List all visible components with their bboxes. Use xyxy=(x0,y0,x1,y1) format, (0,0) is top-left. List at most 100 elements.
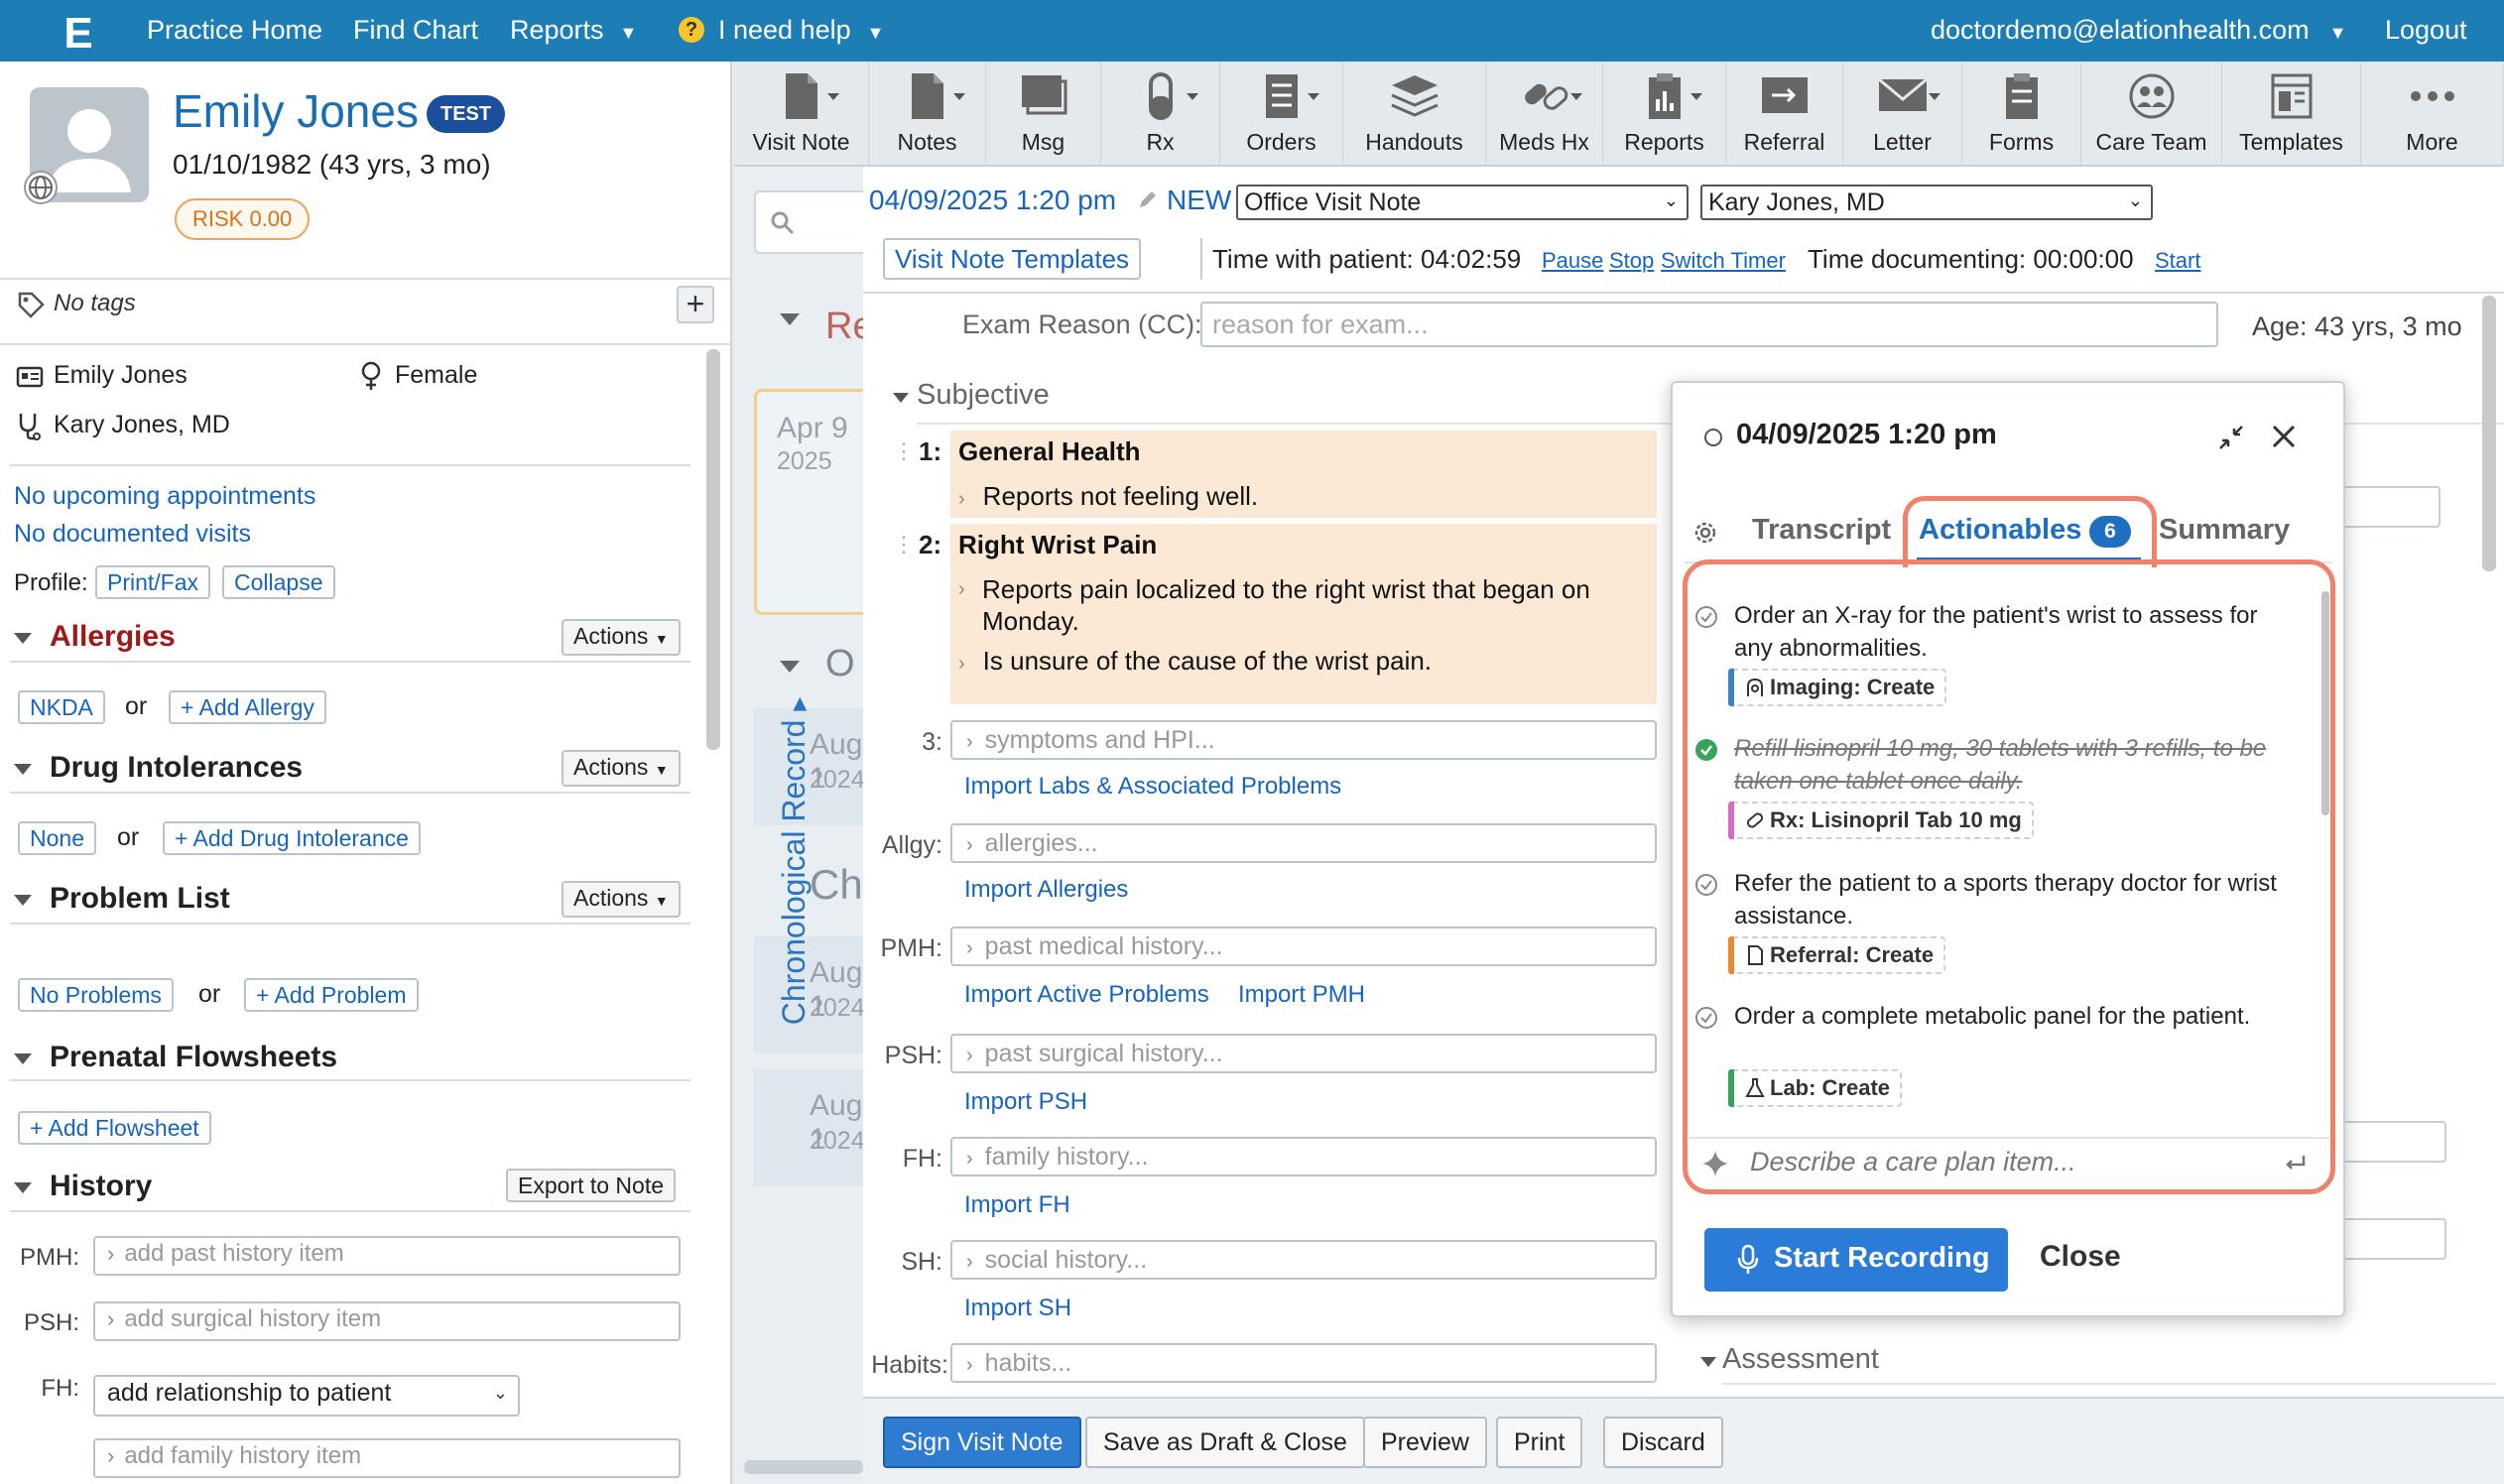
subjective-header[interactable]: Subjective xyxy=(917,379,1050,412)
nkda-button[interactable]: NKDA xyxy=(18,690,105,724)
family-history-input[interactable]: › add family history item xyxy=(93,1438,681,1478)
toolbar-notes-button[interactable]: Notes xyxy=(869,62,986,167)
nav-logout[interactable]: Logout xyxy=(2385,14,2467,46)
toolbar-handouts-button[interactable]: Handouts xyxy=(1343,62,1486,167)
drug-intolerances-header[interactable]: Drug Intolerances xyxy=(14,750,303,786)
toolbar-orders-button[interactable]: Orders xyxy=(1220,62,1343,167)
toolbar-forms-button[interactable]: Forms xyxy=(1962,62,2081,167)
nav-help[interactable]: ? I need help ▼ xyxy=(679,14,884,49)
toolbar-templates-button[interactable]: Templates xyxy=(2222,62,2361,167)
toolbar-referral-button[interactable]: Referral xyxy=(1726,62,1843,167)
assessment-header[interactable]: Assessment xyxy=(1722,1343,1879,1376)
add-problem-button[interactable]: + Add Problem xyxy=(244,978,419,1012)
tab-summary[interactable]: Summary xyxy=(2159,514,2290,547)
actionable-item-completed[interactable]: Refill lisinopril 10 mg, 30 tablets with… xyxy=(1687,732,2302,853)
import-labs-link[interactable]: Import Labs & Associated Problems xyxy=(964,772,1341,802)
tab-actionables[interactable]: Actionables xyxy=(1919,514,2081,547)
nav-find-chart[interactable]: Find Chart xyxy=(353,14,478,46)
imaging-order-tag[interactable]: Imaging: Create xyxy=(1728,669,1947,706)
import-sh-link[interactable]: Import SH xyxy=(964,1294,1071,1323)
stop-link[interactable]: Stop xyxy=(1609,248,1654,274)
print-button[interactable]: Print xyxy=(1496,1417,1583,1468)
toolbar-rx-button[interactable]: Rx xyxy=(1101,62,1220,167)
describe-care-plan-input[interactable]: Describe a care plan item... xyxy=(1750,1147,2076,1177)
actionable-item[interactable]: Refer the patient to a sports therapy do… xyxy=(1687,867,2302,988)
toolbar-visit-note-button[interactable]: Visit Note xyxy=(734,62,869,167)
allergies-header[interactable]: Allergies xyxy=(14,619,176,655)
pause-link[interactable]: Pause xyxy=(1542,248,1603,274)
toolbar-msg-button[interactable]: Msg xyxy=(986,62,1101,167)
chevron-down-icon[interactable] xyxy=(780,313,800,325)
add-tag-button[interactable]: + xyxy=(677,286,714,323)
actionables-scrollbar[interactable] xyxy=(2321,591,2329,815)
sh-input[interactable]: › social history... xyxy=(950,1240,1657,1280)
collapse-button[interactable]: Collapse xyxy=(222,565,335,599)
upcoming-appointments-link[interactable]: No upcoming appointments xyxy=(14,482,315,511)
chron-card-apr[interactable]: Apr 9 2025 xyxy=(754,389,863,615)
chevron-down-icon[interactable] xyxy=(1700,1357,1716,1367)
chevron-down-icon[interactable] xyxy=(893,393,909,403)
avatar[interactable] xyxy=(24,87,149,204)
note-type-select[interactable]: Office Visit Note ⌄ xyxy=(1236,185,1689,220)
enter-icon[interactable] xyxy=(2282,1151,2308,1176)
pencil-icon[interactable] xyxy=(1137,188,1159,210)
start-recording-button[interactable]: Start Recording xyxy=(1704,1228,2008,1292)
import-active-problems-link[interactable]: Import Active Problems xyxy=(964,980,1209,1010)
sidebar-scrollbar[interactable] xyxy=(706,349,720,750)
visit-note-templates-button[interactable]: Visit Note Templates xyxy=(883,238,1142,280)
past-history-input[interactable]: › add past history item xyxy=(93,1236,681,1276)
habits-input[interactable]: › habits... xyxy=(950,1343,1657,1383)
chronological-record-label[interactable]: Chronological Record ▶ xyxy=(774,623,814,1099)
add-drug-intolerance-button[interactable]: + Add Drug Intolerance xyxy=(163,821,421,855)
provider-select[interactable]: Kary Jones, MD ⌄ xyxy=(1700,185,2153,220)
problem-bullet[interactable]: › Reports pain localized to the right wri… xyxy=(958,573,1613,637)
add-allergy-button[interactable]: + Add Allergy xyxy=(169,690,326,724)
completed-check-icon[interactable] xyxy=(1694,738,1718,762)
chron-scrollbar[interactable] xyxy=(744,1460,863,1474)
import-fh-link[interactable]: Import FH xyxy=(964,1190,1070,1220)
patient-name[interactable]: Emily Jones xyxy=(173,85,419,137)
fh-input[interactable]: › family history... xyxy=(950,1137,1657,1176)
nav-user-menu[interactable]: doctordemo@elationhealth.com ▼ xyxy=(1931,14,2346,49)
psh-input[interactable]: › past surgical history... xyxy=(950,1034,1657,1073)
toolbar-more-button[interactable]: More xyxy=(2361,62,2504,167)
symptoms-input[interactable]: › symptoms and HPI... xyxy=(950,720,1657,760)
popup-close-button[interactable]: Close xyxy=(2040,1240,2121,1274)
lab-order-tag[interactable]: Lab: Create xyxy=(1728,1069,1903,1107)
relationship-select[interactable]: add relationship to patient ⌄ xyxy=(93,1375,520,1417)
toolbar-meds-hx-button[interactable]: Meds Hx xyxy=(1486,62,1603,167)
documented-visits-link[interactable]: No documented visits xyxy=(14,520,251,549)
intolerances-actions-button[interactable]: Actions ▼ xyxy=(562,750,681,787)
none-button[interactable]: None xyxy=(18,821,96,855)
surgical-history-input[interactable]: › add surgical history item xyxy=(93,1301,681,1341)
problem-bullet[interactable]: › Is unsure of the cause of the wrist pai… xyxy=(958,645,1432,680)
note-datetime[interactable]: 04/09/2025 1:20 pm xyxy=(869,185,1116,216)
add-flowsheet-button[interactable]: + Add Flowsheet xyxy=(18,1111,211,1145)
import-allergies-link[interactable]: Import Allergies xyxy=(964,875,1128,905)
allergies-input[interactable]: › allergies... xyxy=(950,823,1657,863)
export-to-note-button[interactable]: Export to Note xyxy=(506,1169,677,1202)
chron-search[interactable] xyxy=(754,190,863,254)
note-scrollbar[interactable] xyxy=(2482,296,2496,571)
pending-check-icon[interactable] xyxy=(1694,605,1718,629)
pending-check-icon[interactable] xyxy=(1694,873,1718,897)
nav-practice-home[interactable]: Practice Home xyxy=(147,14,322,46)
allergies-actions-button[interactable]: Actions ▼ xyxy=(562,619,681,656)
nav-reports[interactable]: Reports ▼ xyxy=(510,14,637,49)
toolbar-care-team-button[interactable]: Care Team xyxy=(2081,62,2222,167)
prenatal-flowsheets-header[interactable]: Prenatal Flowsheets xyxy=(14,1040,337,1075)
pmh-input[interactable]: › past medical history... xyxy=(950,927,1657,966)
referral-order-tag[interactable]: Referral: Create xyxy=(1728,936,1946,974)
actionable-item[interactable]: Order a complete metabolic panel for the… xyxy=(1687,1000,2302,1121)
sign-visit-note-button[interactable]: Sign Visit Note xyxy=(883,1417,1081,1468)
start-timer-link[interactable]: Start xyxy=(2155,248,2200,274)
preview-button[interactable]: Preview xyxy=(1363,1417,1487,1468)
toolbar-reports-button[interactable]: Reports xyxy=(1603,62,1726,167)
save-draft-close-button[interactable]: Save as Draft & Close xyxy=(1085,1417,1365,1468)
import-pmh-link[interactable]: Import PMH xyxy=(1238,980,1365,1010)
discard-button[interactable]: Discard xyxy=(1603,1417,1723,1468)
close-icon[interactable] xyxy=(2270,423,2298,450)
minimize-icon[interactable] xyxy=(2216,423,2246,452)
switch-timer-link[interactable]: Switch Timer xyxy=(1661,248,1786,274)
risk-badge[interactable]: RISK 0.00 xyxy=(175,198,311,240)
